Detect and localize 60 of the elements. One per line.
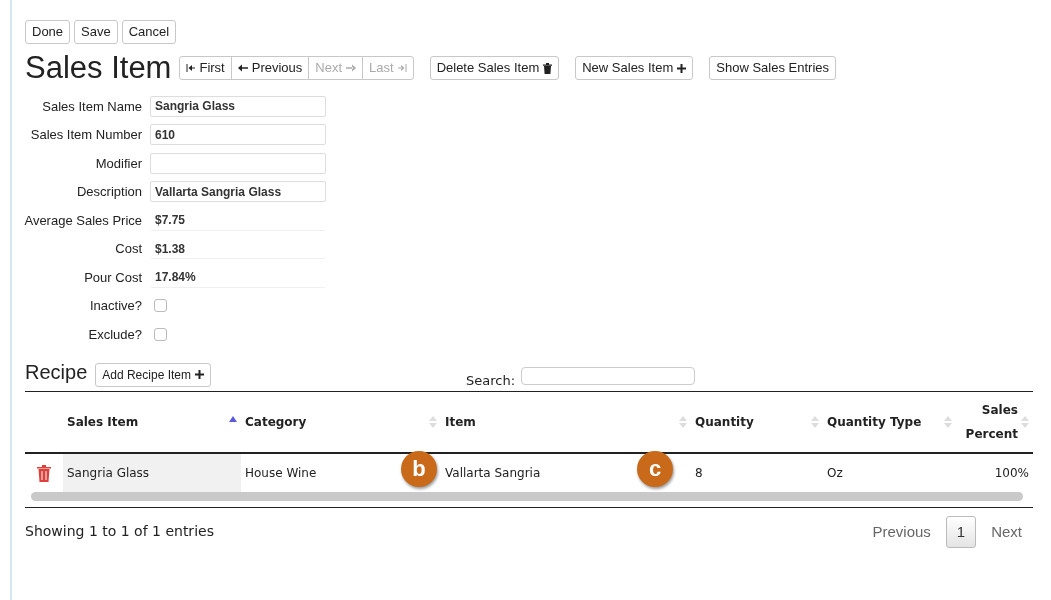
input-field[interactable]: Vallarta Sangria Glass (150, 181, 326, 203)
column-header: Category (245, 414, 307, 429)
column-header: Sales Item (67, 414, 139, 429)
first-icon (186, 64, 196, 72)
action-button[interactable]: Cancel (121, 20, 177, 44)
section-title: Recipe (25, 359, 88, 385)
action-button[interactable]: Delete Sales Item (429, 56, 560, 80)
action-button[interactable]: New Sales Item (575, 56, 694, 80)
checkbox[interactable] (154, 327, 167, 341)
right-arrow-icon (346, 64, 357, 72)
sort-icon[interactable] (1021, 414, 1029, 429)
field-label: Description (75, 183, 142, 201)
action-button[interactable]: Done (25, 20, 71, 44)
sort-icon[interactable] (679, 414, 687, 429)
input-field[interactable] (150, 152, 326, 174)
table-cell: Vallarta Sangria (445, 465, 541, 480)
column-header: Quantity Type (827, 414, 922, 429)
callout-badge: b (401, 450, 437, 487)
page-button[interactable]: 1 (945, 515, 977, 548)
table-cell: Sangria Glass (67, 465, 150, 480)
trash-icon[interactable] (37, 464, 51, 482)
nav-button[interactable]: First (179, 56, 232, 80)
column-header: Item (445, 414, 476, 429)
left-arrow-icon (237, 64, 248, 72)
action-button[interactable]: Save (74, 20, 118, 44)
column-header: Sales Percent (964, 401, 1018, 443)
plus-icon (195, 370, 204, 379)
trash-icon (543, 62, 553, 74)
callout-badge: c (637, 450, 673, 487)
action-button[interactable]: Show Sales Entries (709, 56, 836, 80)
search-label: Search: (466, 372, 516, 390)
checkbox[interactable] (154, 299, 167, 313)
page-button[interactable]: Previous (861, 515, 942, 548)
plus-icon (677, 63, 687, 73)
field-label: Cost (114, 240, 142, 258)
page-title: Sales Item (25, 49, 172, 87)
add-recipe-button[interactable]: Add Recipe Item (95, 362, 211, 387)
input-field[interactable]: 610 (150, 124, 326, 146)
field-label: Average Sales Price (23, 211, 142, 230)
table-cell: House Wine (245, 465, 317, 480)
field-label: Inactive? (88, 297, 142, 315)
field-label: Pour Cost (83, 268, 142, 287)
field-label: Exclude? (87, 325, 142, 344)
page-button[interactable]: Next (980, 515, 1033, 548)
scrollbar[interactable] (31, 491, 1023, 501)
table-cell: 8 (695, 465, 703, 480)
last-icon (397, 64, 407, 72)
sort-icon[interactable] (944, 414, 952, 429)
sort-icon[interactable] (429, 414, 437, 429)
search-field[interactable] (521, 366, 696, 385)
field-label: Modifier (94, 154, 142, 173)
field-label: Sales Item Name (41, 97, 142, 116)
sort-icon[interactable] (811, 414, 819, 429)
input-field[interactable]: Sangria Glass (150, 95, 326, 117)
table-cell: Oz (827, 465, 843, 480)
table-cell: 100% (994, 465, 1029, 480)
nav-button[interactable]: Previous (230, 56, 310, 80)
column-header: Quantity (695, 414, 754, 429)
entries-info: Showing 1 to 1 of 1 entries (25, 522, 214, 542)
field-label: Sales Item Number (29, 126, 142, 144)
